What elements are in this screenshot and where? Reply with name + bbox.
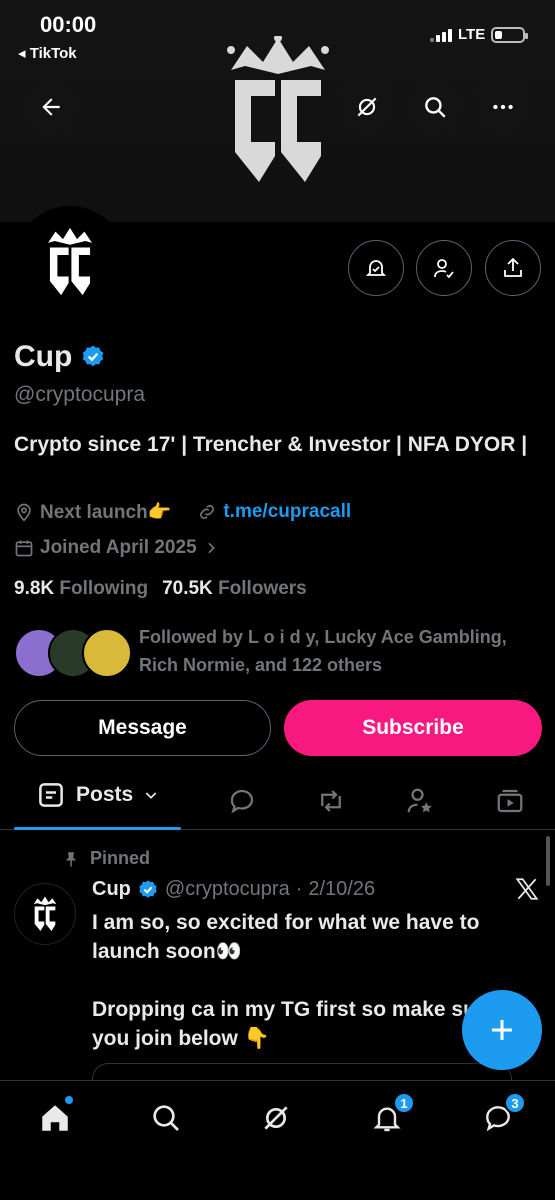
- nav-explore[interactable]: [146, 1098, 186, 1138]
- location-icon: [17, 503, 31, 522]
- post-header: Cup @cryptocupra · 2/10/26: [92, 878, 375, 901]
- followed-by-text[interactable]: Followed by L o i d y, Lucky Ace Gamblin…: [139, 623, 539, 679]
- following-label: Following: [59, 578, 149, 599]
- pinned-label: Pinned: [90, 848, 151, 868]
- status-time: 00:00: [40, 12, 97, 37]
- profile-name: Cup: [14, 340, 73, 373]
- search-icon: [425, 97, 446, 118]
- battery-icon: [491, 26, 529, 43]
- notifications-badge: 1: [393, 1092, 415, 1114]
- posts-icon: [39, 783, 63, 807]
- banner-cc-logo: [227, 36, 329, 182]
- pin-icon: [65, 851, 77, 866]
- verified-icon[interactable]: [80, 344, 106, 370]
- follow-check-icon: [434, 259, 454, 279]
- followers-count: 70.5K: [162, 578, 213, 599]
- calendar-icon: [15, 540, 33, 557]
- followers-label: Followers: [218, 578, 307, 599]
- followers-stat[interactable]: 70.5K Followers: [162, 578, 307, 600]
- tab-media[interactable]: [492, 783, 528, 819]
- tab-posts[interactable]: Posts: [36, 780, 159, 810]
- profile-link[interactable]: t.me/cupracall: [223, 501, 351, 523]
- following-count: 9.8K: [14, 578, 55, 599]
- pinned-indicator: Pinned: [62, 848, 150, 869]
- nav-messages[interactable]: 3: [478, 1092, 526, 1138]
- tab-highlights[interactable]: [402, 783, 438, 819]
- more-icon: [493, 104, 513, 110]
- grok-icon: [357, 97, 377, 117]
- post-avatar-cc-logo: [33, 896, 57, 932]
- profile-handle: @cryptocupra: [14, 383, 146, 406]
- back-to-app-link[interactable]: ◂ TikTok: [18, 44, 77, 62]
- notifications-button[interactable]: [348, 240, 404, 296]
- network-label: LTE: [458, 26, 486, 43]
- post-author-avatar[interactable]: [14, 883, 76, 945]
- x-logo-icon: [515, 878, 539, 900]
- follower-avatar: [82, 628, 132, 678]
- nav-home[interactable]: [35, 1096, 75, 1138]
- signal-icon: [430, 28, 452, 42]
- messages-badge: 3: [504, 1092, 526, 1114]
- subscribe-button[interactable]: Subscribe: [284, 700, 542, 756]
- notification-bell-icon: [365, 260, 387, 276]
- profile-avatar[interactable]: [14, 206, 126, 318]
- post-date[interactable]: 2/10/26: [308, 878, 375, 901]
- compose-button[interactable]: [462, 990, 542, 1070]
- avatar-cc-logo: [48, 227, 92, 296]
- media-icon: [497, 789, 523, 813]
- profile-meta-row: Next launch👉 t.me/cupracall: [14, 500, 351, 524]
- reposts-icon: [321, 790, 341, 812]
- replies-icon: [230, 789, 254, 814]
- chevron-right-icon: [208, 542, 215, 554]
- back-arrow-icon: [42, 98, 60, 116]
- highlights-icon: [407, 788, 432, 813]
- search-button[interactable]: [406, 78, 464, 136]
- profile-bio: Crypto since 17' | Trencher & Investor |…: [14, 433, 528, 456]
- tab-replies[interactable]: [224, 783, 260, 819]
- nav-notifications[interactable]: 1: [367, 1092, 415, 1138]
- more-button[interactable]: [474, 78, 532, 136]
- verified-icon: [139, 879, 157, 898]
- grok-button[interactable]: [338, 78, 396, 136]
- back-button[interactable]: [22, 78, 80, 136]
- share-profile-button[interactable]: [485, 240, 541, 296]
- link-icon: [200, 505, 215, 519]
- following-stat[interactable]: 9.8K Following: [14, 578, 148, 600]
- followed-by-avatars[interactable]: [14, 628, 132, 680]
- nav-grok[interactable]: [256, 1098, 296, 1138]
- joined-row[interactable]: Joined April 2025: [14, 537, 219, 559]
- grok-nav-icon: [264, 1106, 288, 1130]
- follow-stats: 9.8K Following 70.5K Followers: [14, 578, 307, 600]
- following-button[interactable]: [416, 240, 472, 296]
- share-icon: [504, 257, 522, 277]
- compose-plus-icon: [492, 1020, 512, 1040]
- post-author-handle[interactable]: @cryptocupra: [165, 878, 290, 901]
- profile-name-row: Cup: [14, 340, 106, 374]
- profile-joined: Joined April 2025: [40, 537, 197, 558]
- message-button[interactable]: Message: [14, 700, 271, 756]
- profile-location: Next launch👉: [40, 502, 172, 523]
- status-indicators: LTE: [430, 26, 529, 43]
- post-separator: ·: [295, 878, 303, 900]
- scrollbar[interactable]: [546, 836, 550, 886]
- home-unread-dot: [65, 1096, 73, 1104]
- post-author-name[interactable]: Cup: [92, 878, 131, 901]
- home-icon: [42, 1105, 68, 1131]
- explore-icon: [153, 1105, 179, 1131]
- tab-reposts[interactable]: [313, 783, 349, 819]
- chevron-down-icon: [145, 792, 157, 799]
- active-tab-indicator: [14, 827, 181, 830]
- tab-posts-label: Posts: [76, 783, 134, 806]
